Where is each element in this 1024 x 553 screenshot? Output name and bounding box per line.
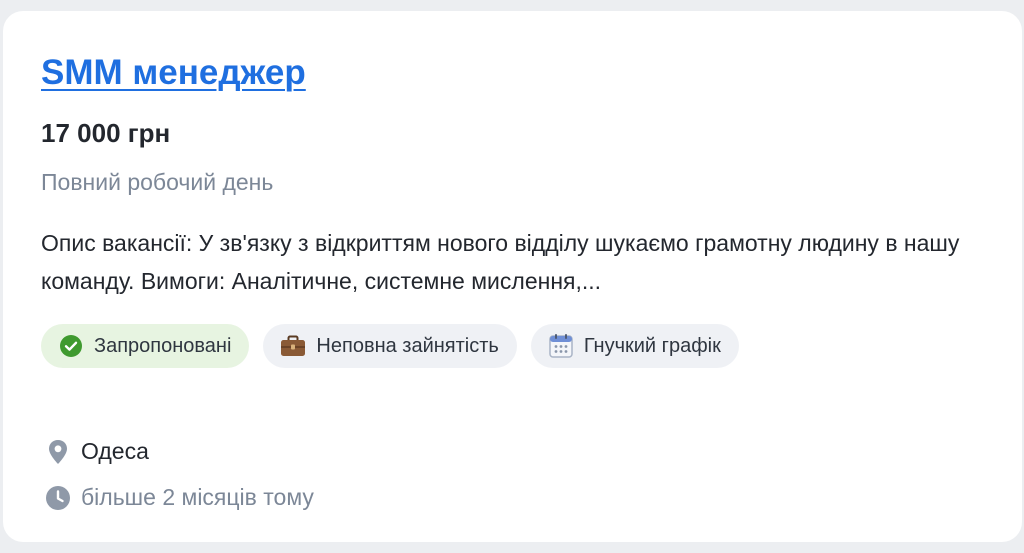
vacancy-title-link[interactable]: SMM менеджер: [41, 53, 306, 93]
salary: 17 000 грн: [41, 118, 171, 148]
vacancy-description: Опис вакансії: У зв'язку з відкриттям но…: [41, 230, 960, 294]
city-name: Одеса: [81, 438, 149, 464]
briefcase-icon: [280, 333, 306, 359]
vacancy-card[interactable]: SMM менеджер 17 000 грн Повний робочий д…: [3, 11, 1022, 542]
tag-label: Гнучкий графік: [583, 334, 721, 357]
posted-time: більше 2 місяців тому: [45, 484, 314, 511]
tag-label: Запропоновані: [94, 334, 232, 357]
tag-flexible-schedule: Гнучкий графік: [530, 324, 739, 368]
clock-icon: [45, 485, 71, 511]
check-circle-icon: [58, 333, 84, 359]
employment-type: Повний робочий день: [41, 169, 274, 195]
tag-list: Запропоновані Неповна зайнятість Гнучкий…: [41, 324, 739, 368]
tag-suggested: Запропоновані: [41, 324, 250, 368]
tag-part-time: Неповна зайнятість: [263, 324, 517, 368]
location: Одеса: [45, 438, 149, 465]
location-pin-icon: [45, 439, 71, 465]
calendar-icon: [548, 333, 574, 359]
tag-label: Неповна зайнятість: [316, 334, 499, 357]
posted-label: більше 2 місяців тому: [81, 484, 314, 510]
